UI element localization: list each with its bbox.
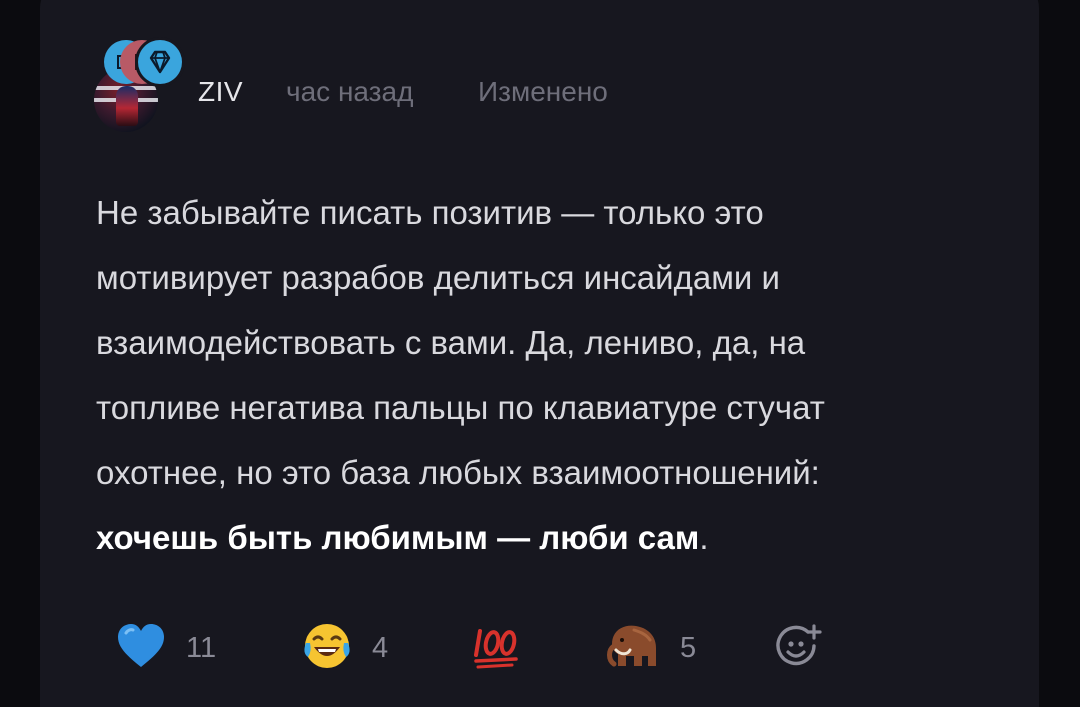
mammoth-icon — [604, 620, 660, 677]
body-line: Не забывайте писать позитив — только это — [96, 194, 764, 231]
reaction-mammoth[interactable]: 5 — [604, 620, 696, 676]
joy-face-icon — [302, 621, 352, 676]
hundred-points-icon — [472, 621, 520, 676]
reaction-heart[interactable]: 11 — [116, 620, 216, 676]
edited-label: Изменено — [478, 76, 608, 107]
reaction-hundred[interactable] — [472, 620, 540, 676]
reaction-count: 4 — [372, 631, 389, 664]
body-bold-text: хочешь быть любимым — люби сам — [96, 519, 700, 556]
blue-heart-icon — [116, 623, 166, 674]
body-tail: . — [699, 519, 709, 556]
author-badges[interactable] — [104, 38, 204, 98]
reaction-joy[interactable]: 4 — [302, 620, 388, 676]
diamond-badge-icon — [138, 40, 182, 84]
reaction-count: 5 — [680, 631, 697, 664]
body-line: топливе негатива пальцы по клавиатуре ст… — [96, 389, 825, 426]
reaction-count: 11 — [186, 631, 217, 664]
page: ZIV час назад Изменено Не забывайте писа… — [0, 0, 1080, 707]
body-line-last: хочешь быть любимым — люби сам. — [96, 505, 996, 570]
author-name[interactable]: ZIV — [198, 76, 243, 108]
body-line: мотивирует разрабов делиться инсайдами и — [96, 259, 780, 296]
reactions-bar: 11 4 5 — [116, 620, 836, 676]
add-reaction-icon — [774, 622, 822, 675]
add-reaction-button[interactable] — [774, 620, 822, 676]
post-time: час назад — [286, 76, 414, 107]
comment-header: ZIV час назад Изменено — [94, 38, 794, 138]
body-line: охотнее, но это база любых взаимоотношен… — [96, 454, 820, 491]
comment-body: Не забывайте писать позитив — только это… — [96, 180, 996, 570]
body-line: взаимодействовать с вами. Да, лениво, да… — [96, 324, 806, 361]
